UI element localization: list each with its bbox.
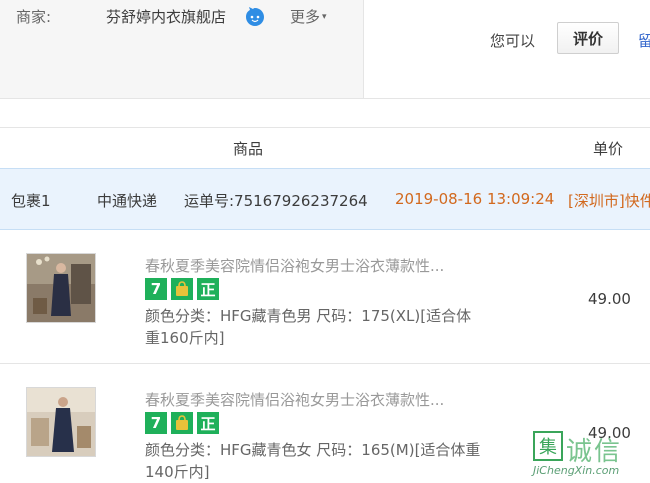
product-thumbnail[interactable] [26, 387, 96, 457]
item-price: 49.00 [588, 290, 631, 308]
genuine-product-icon: 正 [197, 278, 219, 300]
seven-day-return-icon: 7 [145, 412, 167, 434]
divider [0, 127, 650, 128]
rate-button[interactable]: 评价 [557, 22, 619, 54]
column-header-price: 单价 [593, 140, 624, 158]
you-can-label: 您可以 [490, 32, 536, 50]
service-badges: 7 正 [145, 412, 219, 434]
package-status-link[interactable]: [深圳市]快件 [568, 190, 650, 211]
seven-day-return-icon: 7 [145, 278, 167, 300]
more-label: 更多 [290, 8, 321, 26]
item-title-link[interactable]: 春秋夏季美容院情侣浴袍女男士浴衣薄款性... [145, 255, 444, 276]
watermark-url: JiChengXin.com [533, 464, 620, 477]
divider [0, 363, 650, 364]
shopping-bag-icon [171, 278, 193, 300]
package-time: 2019-08-16 13:09:24 [395, 190, 555, 208]
item-spec: 颜色分类：HFG藏青色男 尺码：175(XL)[适合体重160斤内] [145, 307, 472, 347]
product-thumbnail[interactable] [26, 253, 96, 323]
watermark-logo: 集 诚信 JiChengXin.com [533, 431, 650, 480]
service-badges: 7 正 [145, 278, 219, 300]
more-dropdown[interactable]: 更多 ▾ [290, 6, 327, 27]
chevron-down-icon: ▾ [322, 12, 327, 22]
watermark-text: 诚信 [566, 437, 623, 467]
divider [0, 98, 650, 99]
package-name: 包裹1 [11, 192, 51, 210]
package-carrier: 中通快递 [97, 192, 158, 210]
item-spec: 颜色分类：HFG藏青色女 尺码：165(M)[适合体重140斤内] [145, 441, 481, 481]
watermark-box: 集 [533, 431, 563, 461]
message-link[interactable]: 留 [638, 30, 650, 51]
column-header-product: 商品 [233, 140, 264, 158]
genuine-product-icon: 正 [197, 412, 219, 434]
shop-name-link[interactable]: 芬舒婷内衣旗舰店 [106, 6, 226, 27]
package-tracking-number: 运单号:75167926237264 [184, 192, 368, 210]
item-title-link[interactable]: 春秋夏季美容院情侣浴袍女男士浴衣薄款性... [145, 389, 444, 410]
shopping-bag-icon [171, 412, 193, 434]
wangwang-chat-icon[interactable] [244, 6, 266, 28]
merchant-label: 商家: [16, 8, 52, 26]
